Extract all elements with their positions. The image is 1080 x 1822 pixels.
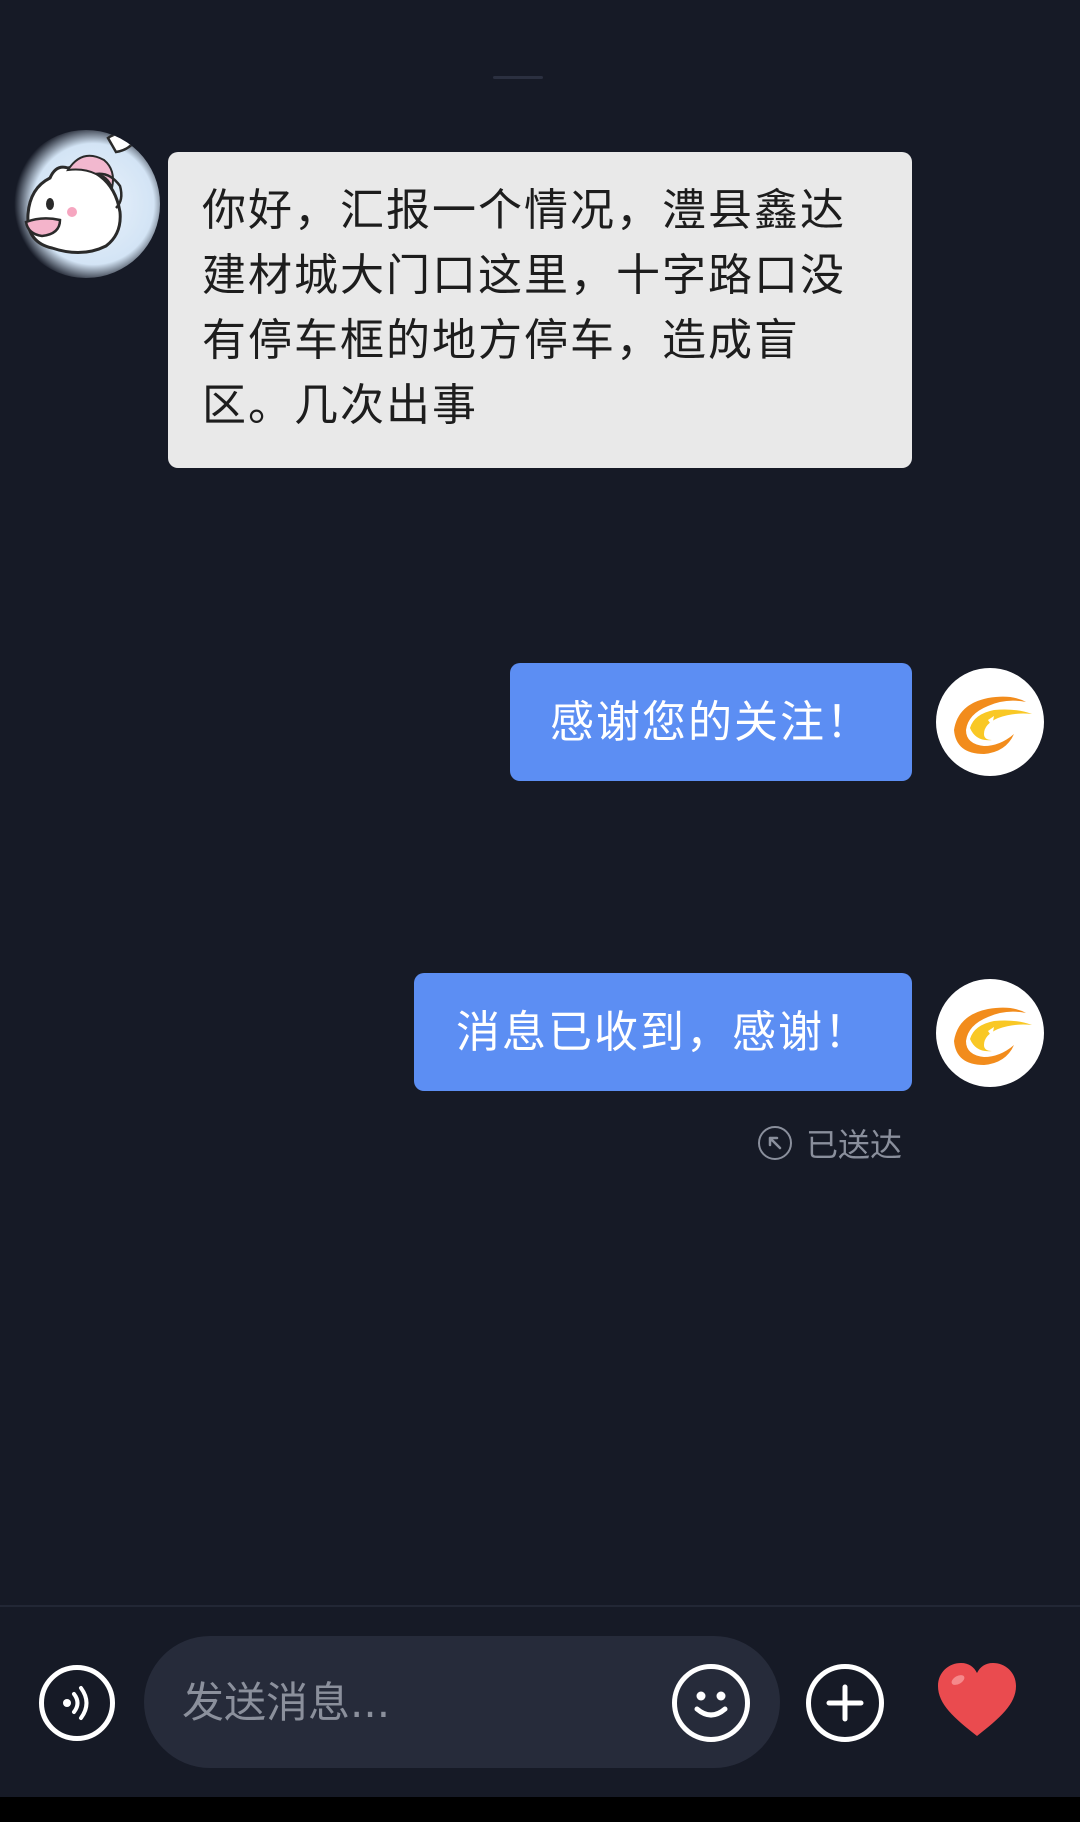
more-button[interactable]: [806, 1664, 884, 1742]
outgoing-message-bubble[interactable]: 消息已收到，感谢！: [414, 973, 912, 1091]
heart-icon: [938, 1663, 1016, 1736]
user-avatar[interactable]: [12, 130, 160, 278]
official-logo: [954, 1007, 1032, 1065]
delivered-icon: [758, 1126, 792, 1160]
emoji-button[interactable]: [672, 1664, 750, 1742]
unicorn-avatar: [24, 132, 136, 254]
delivery-status-text: 已送达: [806, 1126, 903, 1164]
official-logo: [954, 696, 1032, 754]
outgoing-message-bubble[interactable]: 感谢您的关注！: [510, 663, 912, 781]
emoji-icon: [694, 1691, 728, 1718]
message-input[interactable]: [180, 1676, 644, 1728]
voice-button[interactable]: [39, 1665, 115, 1741]
like-button[interactable]: [934, 1660, 1020, 1740]
outgoing-message-text: 感谢您的关注！: [550, 696, 872, 748]
incoming-message-text: 你好，汇报一个情况，澧县鑫达建材城大门口这里，十字路口没有停车框的地方停车，造成…: [202, 185, 846, 431]
official-avatar[interactable]: [936, 979, 1044, 1087]
plus-icon: [826, 1684, 864, 1722]
outgoing-message-text: 消息已收到，感谢！: [456, 1006, 870, 1058]
chat-screen: 你好，汇报一个情况，澧县鑫达建材城大门口这里，十字路口没有停车框的地方停车，造成…: [0, 0, 1080, 1822]
drag-handle[interactable]: [493, 76, 543, 79]
delivery-status: 已送达: [758, 1120, 902, 1166]
system-navigation-bar: [0, 1797, 1080, 1822]
official-avatar[interactable]: [936, 668, 1044, 776]
voice-icon: [63, 1686, 89, 1720]
incoming-message-bubble[interactable]: 你好，汇报一个情况，澧县鑫达建材城大门口这里，十字路口没有停车框的地方停车，造成…: [168, 152, 912, 468]
